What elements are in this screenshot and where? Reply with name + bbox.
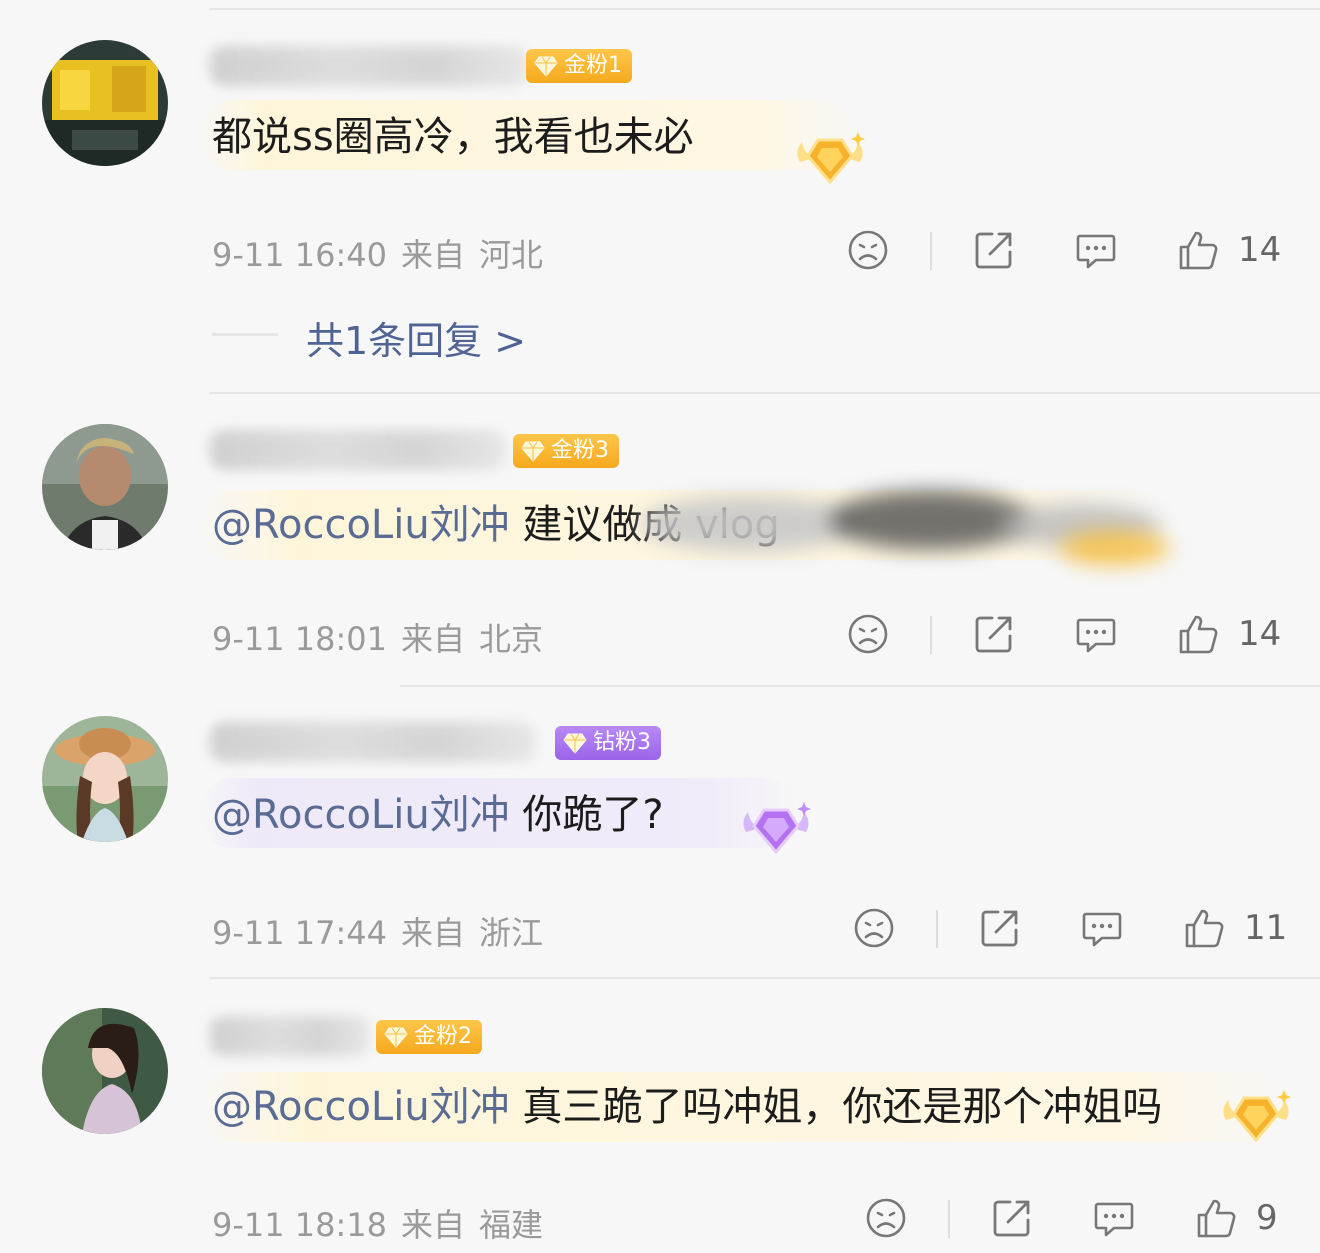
gem-icon (521, 440, 545, 462)
action-divider (930, 232, 932, 270)
thumbs-up-icon[interactable] (1176, 612, 1220, 656)
timestamp: 9-11 18:18 (212, 1206, 388, 1244)
comment-bubble-icon[interactable] (1074, 228, 1118, 272)
comment-text: @RoccoLiu刘冲 你跪了? (212, 790, 664, 840)
badge-label: 钻粉3 (593, 730, 651, 755)
sad-face-icon[interactable] (846, 612, 890, 656)
share-icon[interactable] (972, 612, 1016, 656)
thumbs-up-icon[interactable] (1182, 906, 1226, 950)
share-icon[interactable] (990, 1196, 1034, 1240)
comment-meta: 9-11 16:40 来自 河北 (212, 230, 557, 276)
avatar[interactable] (42, 424, 168, 550)
timestamp: 9-11 18:01 (212, 620, 388, 658)
comment-bubble-icon[interactable] (1092, 1196, 1136, 1240)
like-count: 14 (1238, 230, 1282, 270)
comment-actions: 9 (864, 1196, 1286, 1242)
like-count: 14 (1238, 614, 1282, 654)
from-label: 来自 (401, 620, 466, 658)
badge-label: 金粉1 (564, 53, 622, 78)
fan-badge[interactable]: 金粉3 (513, 434, 619, 468)
comment-text: 都说ss圈高冷，我看也未必 (212, 114, 694, 160)
timestamp: 9-11 17:44 (212, 914, 388, 952)
comment-actions: 14 (846, 612, 1286, 658)
like-count: 9 (1256, 1198, 1278, 1238)
share-icon[interactable] (972, 228, 1016, 272)
timestamp: 9-11 16:40 (212, 236, 388, 274)
gem-icon (384, 1026, 408, 1048)
sad-face-icon[interactable] (852, 906, 896, 950)
mention-link[interactable]: @RoccoLiu刘冲 (212, 792, 510, 838)
comment-item: 金粉3 @RoccoLiu刘冲 建议做成 vlog 9-11 18:01来自北京… (0, 392, 1320, 686)
scribble-redaction (830, 490, 1030, 550)
fan-badge[interactable]: 金粉2 (376, 1020, 482, 1054)
medal-smudge (1060, 530, 1170, 566)
avatar[interactable] (42, 1008, 168, 1134)
username-blurred[interactable] (210, 46, 528, 86)
thumbs-up-icon[interactable] (1176, 228, 1220, 272)
diamond-icon (563, 732, 587, 754)
medal-icon (736, 796, 816, 866)
thumbs-up-icon[interactable] (1194, 1196, 1238, 1240)
scribble-redaction (640, 496, 860, 552)
comment-bubble-icon[interactable] (1080, 906, 1124, 950)
comment-meta: 9-11 18:18 来自 福建 (212, 1200, 557, 1246)
badge-label: 金粉2 (414, 1024, 472, 1049)
medal-icon (790, 126, 870, 196)
comment-meta: 9-11 17:44 来自 浙江 (212, 908, 557, 954)
comment-bubble-icon[interactable] (1074, 612, 1118, 656)
gem-icon (534, 55, 558, 77)
username-blurred[interactable] (210, 430, 506, 470)
username-blurred[interactable] (210, 1016, 370, 1056)
from-label: 来自 (401, 914, 466, 952)
comment-body: 真三跪了吗冲姐，你还是那个冲姐吗 (509, 1084, 1163, 1130)
location: 浙江 (479, 914, 544, 952)
fan-badge[interactable]: 金粉1 (526, 49, 632, 83)
location: 北京 (479, 620, 544, 658)
comment-meta: 9-11 18:01 来自 北京 (212, 614, 557, 660)
sad-face-icon[interactable] (846, 228, 890, 272)
location: 河北 (479, 236, 544, 274)
share-icon[interactable] (978, 906, 1022, 950)
fan-badge[interactable]: 钻粉3 (555, 726, 661, 760)
avatar[interactable] (42, 40, 168, 166)
comment-item: 钻粉3 @RoccoLiu刘冲 你跪了? 9-11 17:44 来自 浙江 11 (0, 686, 1320, 978)
mention-link[interactable]: @RoccoLiu刘冲 (212, 502, 510, 548)
comment-item: 金粉2 @RoccoLiu刘冲 真三跪了吗冲姐，你还是那个冲姐吗 9-11 18… (0, 978, 1320, 1253)
comment-body: 你跪了? (509, 792, 664, 838)
username-blurred[interactable] (210, 722, 536, 762)
comment-text: @RoccoLiu刘冲 真三跪了吗冲姐，你还是那个冲姐吗 (212, 1082, 1162, 1132)
medal-icon (1216, 1084, 1296, 1154)
badge-label: 金粉3 (551, 438, 609, 463)
action-divider (936, 910, 938, 948)
like-count: 11 (1244, 908, 1288, 948)
location: 福建 (479, 1206, 544, 1244)
avatar[interactable] (42, 716, 168, 842)
action-divider (948, 1200, 950, 1238)
from-label: 来自 (401, 236, 466, 274)
view-replies-link[interactable]: 共1条回复 > (306, 310, 526, 365)
comment-actions: 11 (852, 906, 1288, 952)
from-label: 来自 (401, 1206, 466, 1244)
mention-link[interactable]: @RoccoLiu刘冲 (212, 1084, 510, 1130)
comment-item: 金粉1 都说ss圈高冷，我看也未必 9-11 16:40 来自 河北 14 共1条回… (0, 0, 1320, 392)
sad-face-icon[interactable] (864, 1196, 908, 1240)
comment-actions: 14 (846, 228, 1286, 274)
reply-line (212, 333, 278, 336)
action-divider (930, 616, 932, 654)
